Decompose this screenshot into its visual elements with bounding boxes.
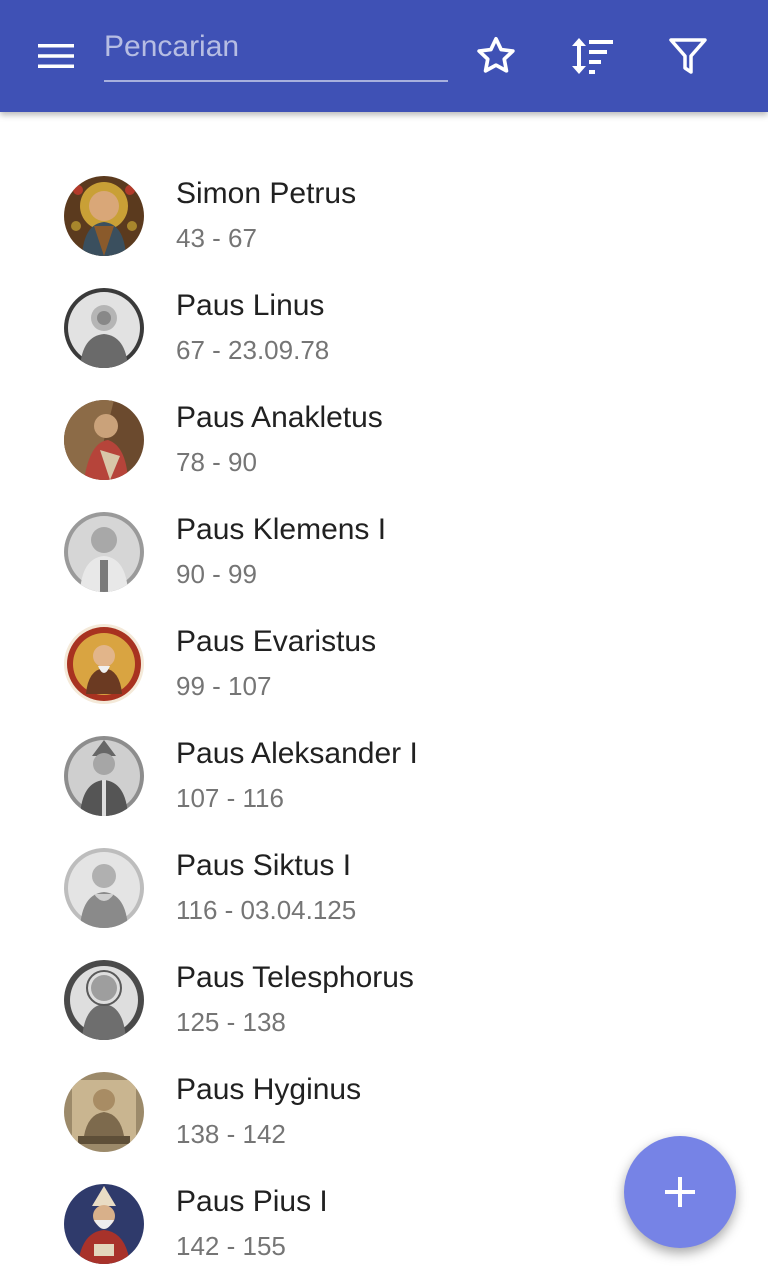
- list-item[interactable]: Paus Klemens I 90 - 99: [0, 496, 768, 608]
- pope-portrait: [64, 400, 144, 480]
- pope-portrait: [64, 624, 144, 704]
- pope-years: 99 - 107: [176, 671, 272, 701]
- pope-years: 43 - 67: [176, 223, 257, 253]
- list-item[interactable]: Paus Linus 67 - 23.09.78: [0, 272, 768, 384]
- pope-years: 90 - 99: [176, 559, 257, 589]
- pope-years: 78 - 90: [176, 447, 257, 477]
- pope-years: 125 - 138: [176, 1007, 286, 1037]
- pope-list-screen: Simon Petrus 43 - 67 Paus Linus 67 - 23.…: [0, 0, 768, 1280]
- list-item[interactable]: Simon Petrus 43 - 67: [0, 160, 768, 272]
- top-app-bar: [0, 0, 768, 112]
- pope-years: 116 - 03.04.125: [176, 895, 357, 925]
- pope-name: Paus Siktus I: [176, 849, 352, 882]
- menu-button[interactable]: [24, 32, 88, 80]
- pope-years: 107 - 116: [176, 783, 284, 813]
- pope-portrait: [64, 1184, 144, 1264]
- list-item[interactable]: Paus Anakletus 78 - 90: [0, 384, 768, 496]
- list-item[interactable]: Paus Siktus I 116 - 03.04.125: [0, 832, 768, 944]
- pope-name: Paus Linus: [176, 289, 325, 322]
- pope-portrait: [64, 1072, 144, 1152]
- plus-icon: [665, 1177, 695, 1207]
- pope-portrait: [64, 960, 144, 1040]
- pope-name: Simon Petrus: [176, 177, 357, 210]
- pope-name: Paus Pius I: [176, 1185, 328, 1218]
- list-item[interactable]: Paus Evaristus 99 - 107: [0, 608, 768, 720]
- pope-years: 138 - 142: [176, 1119, 286, 1149]
- pope-portrait: [64, 512, 144, 592]
- favorites-button[interactable]: [468, 28, 524, 84]
- sort-icon: [572, 38, 613, 74]
- pope-name: Paus Evaristus: [176, 625, 377, 658]
- list-item[interactable]: Paus Telesphorus 125 - 138: [0, 944, 768, 1056]
- pope-portrait: [64, 736, 144, 816]
- pope-name: Paus Klemens I: [176, 513, 387, 546]
- pope-name: Paus Hyginus: [176, 1073, 362, 1106]
- pope-years: 142 - 155: [176, 1231, 286, 1261]
- add-button[interactable]: [624, 1136, 736, 1248]
- search-field[interactable]: [104, 22, 448, 82]
- pope-name: Paus Telesphorus: [176, 961, 414, 994]
- pope-portrait: [64, 848, 144, 928]
- pope-list: Simon Petrus 43 - 67 Paus Linus 67 - 23.…: [0, 160, 768, 1280]
- pope-name: Paus Aleksander I: [176, 737, 418, 770]
- filter-button[interactable]: [660, 28, 716, 84]
- sort-button[interactable]: [564, 28, 620, 84]
- search-input[interactable]: [104, 22, 448, 72]
- list-item[interactable]: Paus Aleksander I 107 - 116: [0, 720, 768, 832]
- pope-portrait: [64, 288, 144, 368]
- hamburger-menu-icon: [38, 44, 74, 68]
- pope-portrait: [64, 176, 144, 256]
- filter-icon: [669, 38, 707, 74]
- star-outline-icon: [477, 36, 515, 73]
- pope-name: Paus Anakletus: [176, 401, 383, 434]
- pope-years: 67 - 23.09.78: [176, 335, 330, 365]
